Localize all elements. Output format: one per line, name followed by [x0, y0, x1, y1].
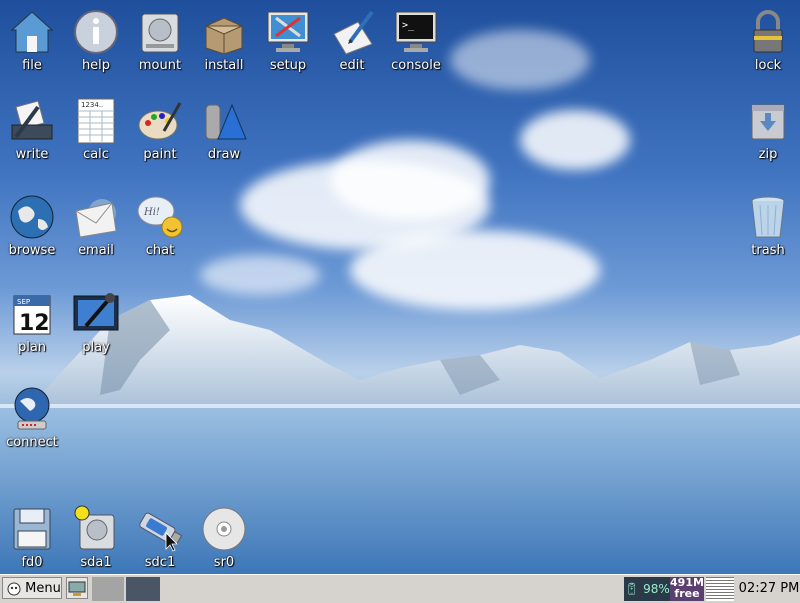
pager-desktop-1[interactable]: [92, 577, 124, 601]
chat-bubble-icon: Hi!: [137, 196, 183, 238]
play-label: play: [82, 340, 110, 355]
mount-icon-launcher[interactable]: mount: [128, 8, 192, 73]
install-label: install: [204, 58, 244, 73]
email-label: email: [78, 243, 114, 258]
lock-icon-launcher[interactable]: lock: [736, 8, 800, 73]
plan-label: plan: [17, 340, 47, 355]
paint-label: paint: [143, 147, 177, 162]
hard-drive-icon: [141, 13, 179, 53]
quick-launch-desktop-button[interactable]: [66, 577, 88, 599]
write-label: write: [15, 147, 49, 162]
svg-text:Hi!: Hi!: [143, 207, 160, 218]
calendar-icon: SEP 12: [13, 295, 51, 336]
shapes-icon: [205, 103, 247, 140]
calc-icon-launcher[interactable]: 1234.. calc: [64, 97, 128, 162]
info-icon: [74, 10, 118, 54]
cpu-monitor[interactable]: [706, 577, 734, 601]
zip-icon-launcher[interactable]: zip: [736, 97, 800, 162]
setup-icon-launcher[interactable]: setup: [256, 8, 320, 73]
setup-label: setup: [269, 58, 307, 73]
calc-label: calc: [83, 147, 109, 162]
sr0-drive-icon-launcher[interactable]: sr0: [192, 505, 256, 570]
padlock-icon: [753, 10, 783, 53]
browse-label: browse: [8, 243, 56, 258]
chat-label: chat: [145, 243, 175, 258]
menu-button[interactable]: Menu: [2, 577, 62, 599]
fd0-label: fd0: [21, 555, 43, 570]
envelope-globe-icon: [75, 199, 117, 238]
battery-icon: 🔋︎: [624, 582, 640, 596]
taskbar: Menu 🔋︎ 98% 491M free 02:27 PM: [0, 574, 800, 603]
file-icon-launcher[interactable]: file: [0, 8, 64, 73]
clock[interactable]: 02:27 PM: [738, 577, 800, 601]
calendar-day: 12: [19, 311, 50, 336]
edit-icon-launcher[interactable]: edit: [320, 8, 384, 73]
calendar-month: SEP: [17, 298, 30, 306]
play-icon-launcher[interactable]: play: [64, 290, 128, 355]
help-label: help: [81, 58, 111, 73]
hard-drive-mounted-icon: [74, 505, 115, 550]
console-label: console: [391, 58, 441, 73]
trash-can-icon: [751, 196, 785, 238]
desktop: file help mount install setup edit >_ co…: [0, 0, 800, 574]
console-icon-launcher[interactable]: >_ console: [384, 8, 448, 73]
palette-icon: [138, 102, 182, 140]
pager-desktop-2[interactable]: [126, 577, 160, 601]
trash-icon-launcher[interactable]: trash: [736, 193, 800, 258]
mount-label: mount: [138, 58, 182, 73]
draw-label: draw: [207, 147, 241, 162]
email-icon-launcher[interactable]: email: [64, 193, 128, 258]
cd-disc-icon: [202, 507, 246, 551]
connect-icon-launcher[interactable]: connect: [0, 385, 64, 450]
home-icon: [10, 11, 54, 53]
sr0-label: sr0: [213, 555, 235, 570]
sda1-label: sda1: [80, 555, 112, 570]
lock-label: lock: [754, 58, 782, 73]
trash-label: trash: [751, 243, 785, 258]
plan-icon-launcher[interactable]: SEP 12 plan: [0, 290, 64, 355]
calc-digits: 1234..: [81, 101, 103, 109]
draw-icon-launcher[interactable]: draw: [192, 97, 256, 162]
pencil-paper-icon: [333, 10, 374, 55]
archive-box-icon: [751, 104, 785, 140]
menu-label: Menu: [25, 581, 61, 596]
install-icon-launcher[interactable]: install: [192, 8, 256, 73]
tools-monitor-icon: [267, 11, 309, 52]
zip-label: zip: [758, 147, 778, 162]
edit-label: edit: [339, 58, 365, 73]
mountain-landscape: [0, 295, 800, 574]
battery-percent: 98%: [643, 582, 670, 596]
network-globe-icon: [14, 387, 50, 430]
file-label: file: [22, 58, 42, 73]
sdc1-label: sdc1: [144, 555, 176, 570]
sda1-drive-icon-launcher[interactable]: sda1: [64, 505, 128, 570]
paint-icon-launcher[interactable]: paint: [128, 97, 192, 162]
media-player-icon: [73, 293, 119, 331]
chat-icon-launcher[interactable]: Hi! chat: [128, 193, 192, 258]
globe-icon: [10, 195, 54, 239]
fd0-drive-icon-launcher[interactable]: fd0: [0, 505, 64, 570]
floppy-icon: [13, 508, 51, 550]
show-desktop-icon: [68, 581, 86, 596]
usb-stick-icon: [139, 512, 183, 552]
sdc1-drive-icon-launcher[interactable]: sdc1: [128, 505, 192, 570]
write-icon-launcher[interactable]: write: [0, 97, 64, 162]
connect-label: connect: [6, 435, 58, 450]
help-icon-launcher[interactable]: help: [64, 8, 128, 73]
svg-text:>_: >_: [402, 20, 415, 31]
spreadsheet-icon: 1234..: [77, 98, 115, 144]
browse-icon-launcher[interactable]: browse: [0, 193, 64, 258]
package-box-icon: [205, 17, 243, 55]
puppy-logo-icon: [7, 582, 21, 595]
memory-label: free: [674, 587, 700, 600]
typewriter-icon: [11, 100, 53, 140]
memory-indicator[interactable]: 491M free: [670, 577, 704, 601]
terminal-icon: >_: [395, 11, 437, 52]
battery-indicator[interactable]: 🔋︎ 98%: [624, 577, 670, 601]
